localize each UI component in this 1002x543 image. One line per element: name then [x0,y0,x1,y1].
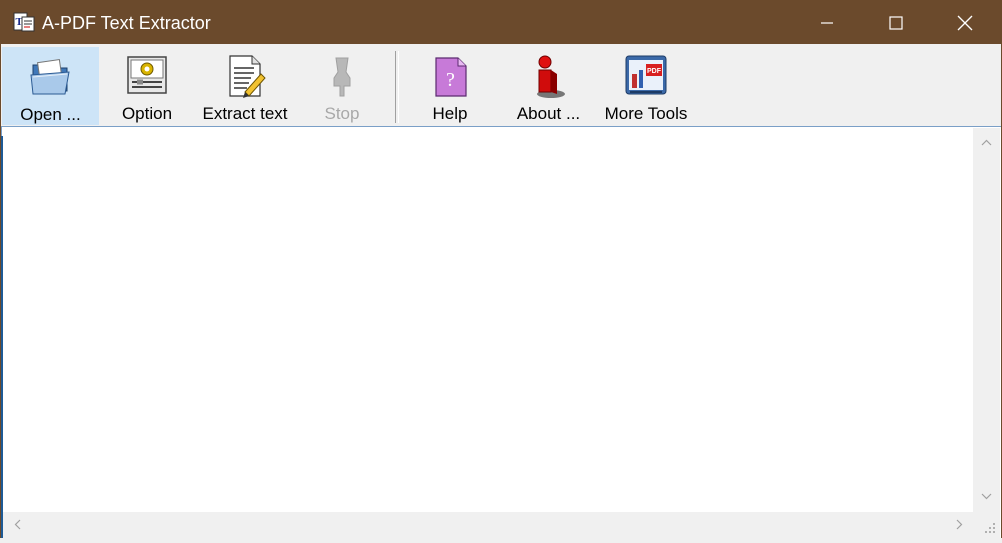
scroll-down-button[interactable] [978,488,995,505]
option-button[interactable]: Option [101,47,193,125]
app-icon: T [13,12,35,32]
chevron-left-icon [14,519,21,530]
minimize-button[interactable] [804,1,850,44]
extract-text-icon [229,55,266,98]
open-folder-icon [29,59,70,95]
scroll-up-button[interactable] [978,134,995,151]
chevron-up-icon [981,139,992,146]
open-label: Open ... [20,105,81,124]
option-label: Option [121,104,173,123]
stop-label: Stop [324,104,360,123]
chevron-down-icon [981,493,992,500]
svg-text:PDF: PDF [647,68,662,75]
extract-text-button[interactable]: Extract text [195,47,295,125]
toolbar-separator [395,51,399,123]
text-area-left-border [1,136,3,538]
extract-text-label: Extract text [202,104,288,123]
open-button[interactable]: Open ... [2,47,99,125]
scroll-left-button[interactable] [9,516,26,533]
help-icon: ? [435,57,467,97]
horizontal-scrollbar[interactable] [3,512,973,538]
more-tools-button[interactable]: PDF More Tools [600,47,692,125]
resize-grip-icon [985,523,995,533]
app-window: T A-PDF Text Extractor Open ... Option E… [0,0,1002,538]
close-icon [957,15,973,30]
chevron-right-icon [956,519,963,530]
maximize-button[interactable] [873,1,919,44]
svg-text:?: ? [446,69,455,91]
window-title: A-PDF Text Extractor [42,13,211,33]
close-button[interactable] [942,1,988,44]
more-tools-icon: PDF [625,55,667,95]
extracted-text-area[interactable] [1,126,1001,538]
stop-icon [333,57,351,97]
help-label: Help [432,104,468,123]
option-gear-icon [127,56,167,94]
scroll-right-button[interactable] [951,516,968,533]
vertical-scrollbar[interactable] [973,128,1000,512]
title-bar[interactable]: T A-PDF Text Extractor [1,1,1001,44]
about-label: About ... [516,104,581,123]
toolbar: Open ... Option Extract text Stop ? Help… [1,45,1001,131]
minimize-icon [821,21,833,24]
about-button[interactable]: About ... [501,47,596,125]
resize-grip[interactable] [973,512,1000,538]
maximize-icon [889,15,903,30]
stop-button[interactable]: Stop [297,47,387,125]
help-button[interactable]: ? Help [405,47,495,125]
more-tools-label: More Tools [604,104,688,123]
about-info-icon [536,55,565,98]
